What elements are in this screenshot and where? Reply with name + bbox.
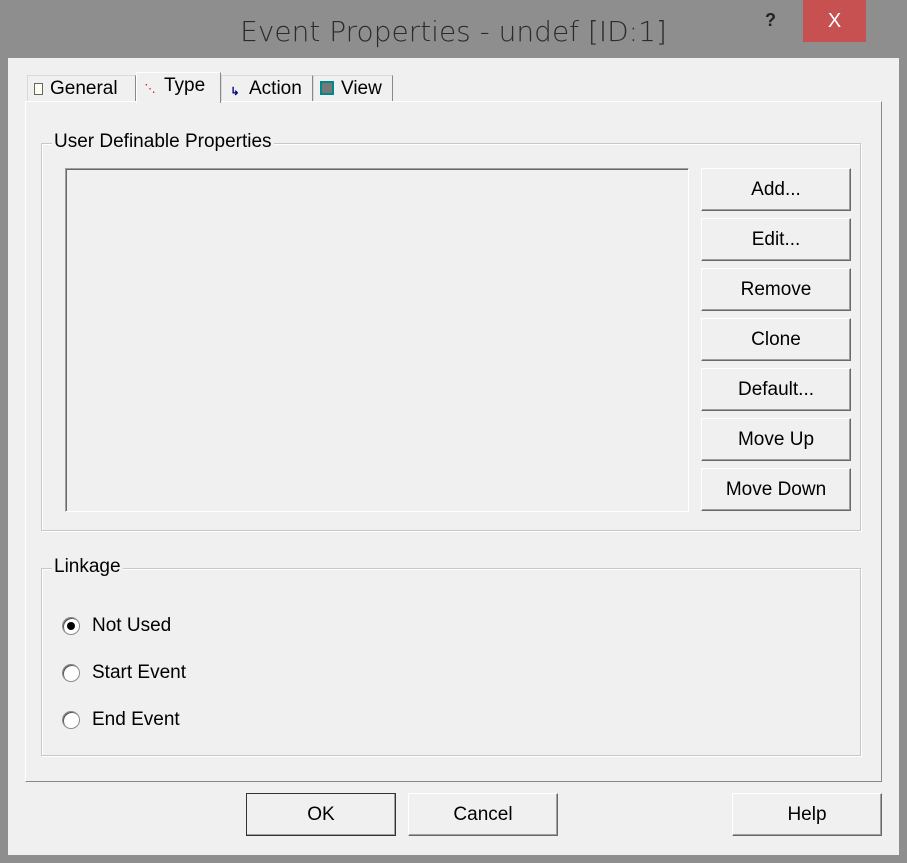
radio-start-event[interactable]: Start Event [62,662,186,684]
move-down-button[interactable]: Move Down [701,468,851,511]
action-icon: ↳ [230,86,240,98]
radio-label: Not Used [92,615,172,636]
tab-type[interactable]: ⋱ Type [136,72,221,103]
radio-unchecked-icon [62,664,80,682]
tab-label: General [50,78,118,99]
edit-button[interactable]: Edit... [701,218,851,261]
radio-not-used[interactable]: Not Used [62,615,171,637]
properties-list[interactable] [65,168,689,512]
tab-label: Action [249,78,302,99]
cancel-button[interactable]: Cancel [408,793,558,836]
radio-label: Start Event [92,662,186,683]
help-button[interactable]: Help [732,793,882,836]
tab-view[interactable]: View [313,75,393,102]
help-icon[interactable]: ? [765,10,776,31]
radio-end-event[interactable]: End Event [62,709,180,731]
tab-general[interactable]: General [27,75,136,102]
radio-label: End Event [92,709,180,730]
tab-action[interactable]: ↳ Action [221,75,313,102]
tab-label: View [341,78,382,99]
clone-button[interactable]: Clone [701,318,851,361]
add-button[interactable]: Add... [701,168,851,211]
close-button[interactable]: X [803,0,866,42]
group-label: Linkage [52,556,123,578]
monitor-icon [320,81,334,95]
group-label: User Definable Properties [52,131,274,153]
default-button[interactable]: Default... [701,368,851,411]
ok-button[interactable]: OK [246,793,396,836]
tab-label: Type [164,75,206,96]
radio-checked-icon [62,617,80,635]
notepad-icon [34,83,43,95]
dotted-line-icon: ⋱ [144,83,156,95]
move-up-button[interactable]: Move Up [701,418,851,461]
radio-unchecked-icon [62,711,80,729]
remove-button[interactable]: Remove [701,268,851,311]
